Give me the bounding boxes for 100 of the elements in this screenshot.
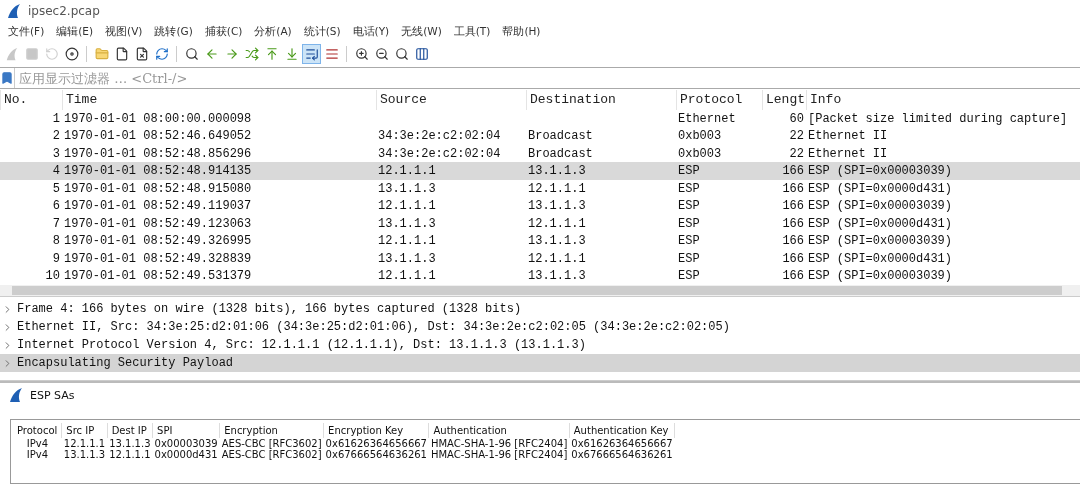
table-cell-text: 13.1.1.3 <box>527 199 587 214</box>
column-header[interactable]: Destination <box>526 90 676 110</box>
app-logo-icon <box>6 3 22 19</box>
column-header[interactable]: Src IP <box>61 423 108 438</box>
table-cell-text: 0xb003 <box>677 146 723 161</box>
menu-item[interactable]: 帮助(H) <box>496 25 547 39</box>
packet-row[interactable]: 2 1970-01-01 08:52:46.649052 34:3e:2e:c2:02:04 Broadcast 0xb003 22 Ethernet II <box>0 127 1080 145</box>
table-cell-text: 12.1.1.1 <box>377 234 437 249</box>
column-header[interactable]: SPI <box>152 423 220 438</box>
table-cell-text: AES-CBC [RFC3602] <box>220 449 323 460</box>
table-cell-text: ESP <box>677 199 701 214</box>
detail-row[interactable]: Frame 4: 166 bytes on wire (1328 bits), 166 bytes captured (1328 bits) <box>0 300 1080 318</box>
table-cell-text: 1970-01-01 08:52:46.649052 <box>63 129 253 144</box>
table-cell-text: 1970-01-01 08:52:49.531379 <box>63 269 253 284</box>
column-header[interactable]: Authentication <box>428 423 570 438</box>
table-cell-text: 13.1.1.3 <box>377 216 437 231</box>
table-cell-text: 166 <box>781 269 805 284</box>
table-cell-text: ESP (SPI=0x00003039) <box>807 269 954 284</box>
zoom-in-icon <box>354 47 369 61</box>
table-cell-text: 0x61626364656667 <box>570 438 674 449</box>
window-title: ipsec2.pcap <box>28 4 100 18</box>
table-cell-text: 6 <box>51 199 61 214</box>
column-header[interactable]: Time <box>62 90 376 110</box>
detail-row[interactable]: Internet Protocol Version 4, Src: 12.1.1.1 (12.1.1.1), Dst: 13.1.1.3 (13.1.1.3) <box>0 336 1080 354</box>
column-header[interactable]: Source <box>376 90 526 110</box>
menu-item[interactable]: 统计(S) <box>297 25 347 39</box>
table-cell-text: 166 <box>781 234 805 249</box>
table-cell-text: 0x67666564636261 <box>324 449 428 460</box>
packet-row[interactable]: 5 1970-01-01 08:52:48.915080 13.1.1.3 12.1.1.1 ESP 166 ESP (SPI=0x0000d431) <box>0 179 1080 198</box>
packet-row[interactable]: 4 1970-01-01 08:52:48.914135 12.1.1.1 13.1.1.3 ESP 166 ESP (SPI=0x00003039) <box>0 162 1080 180</box>
fin-icon <box>4 47 19 61</box>
menu-item[interactable]: 文件(F) <box>2 25 51 39</box>
detail-text: Internet Protocol Version 4, Src: 12.1.1.1 (12.1.1.1), Dst: 13.1.1.3 (13.1.1.3) <box>17 338 586 352</box>
column-header[interactable]: Dest IP <box>107 423 153 438</box>
table-cell-text: Ethernet II <box>807 129 889 144</box>
menu-item[interactable]: 视图(V) <box>99 25 149 39</box>
column-header[interactable]: Authentication Key <box>569 423 675 438</box>
down-arrow-icon <box>284 47 299 61</box>
packet-row[interactable]: 10 1970-01-01 08:52:49.531379 12.1.1.1 13.1.1.3 ESP 166 ESP (SPI=0x00003039) <box>0 267 1080 286</box>
menu-item[interactable]: 无线(W) <box>395 25 448 39</box>
table-cell-text: 60 <box>788 111 805 126</box>
right-arrow-icon <box>224 47 239 61</box>
table-cell-text: 9 <box>51 251 61 266</box>
table-cell-text: 1970-01-01 08:52:48.856296 <box>63 146 253 161</box>
packet-row[interactable]: 7 1970-01-01 08:52:49.123063 13.1.1.3 12.1.1.1 ESP 166 ESP (SPI=0x0000d431) <box>0 215 1080 233</box>
column-header[interactable]: Encryption Key <box>323 423 429 438</box>
table-cell-text: 22 <box>788 146 805 161</box>
stop-icon <box>24 47 39 61</box>
packet-row[interactable]: 3 1970-01-01 08:52:48.856296 34:3e:2e:c2:02:04 Broadcast 0xb003 22 Ethernet II <box>0 144 1080 163</box>
column-header[interactable]: No. <box>0 90 62 110</box>
detail-row[interactable]: Ethernet II, Src: 34:3e:25:d2:01:06 (34:3e:25:d2:01:06), Dst: 34:3e:2e:c2:02:05 (34:3e:2e:c2:02:05) <box>0 318 1080 336</box>
menu-item[interactable]: 编辑(E) <box>50 25 100 39</box>
restart-icon <box>44 47 59 61</box>
column-header[interactable]: Encryption <box>219 423 324 438</box>
table-cell-text: ESP <box>677 269 701 284</box>
column-header[interactable]: Protocol <box>676 90 762 110</box>
menu-item[interactable]: 跳转(G) <box>148 25 199 39</box>
packet-row[interactable]: 1 1970-01-01 08:00:00.000098 Ethernet 60 [Packet size limited during capture] <box>0 109 1080 128</box>
packet-row[interactable]: 9 1970-01-01 08:52:49.328839 13.1.1.3 12.1.1.1 ESP 166 ESP (SPI=0x0000d431) <box>0 250 1080 268</box>
packet-row[interactable]: 8 1970-01-01 08:52:49.326995 12.1.1.1 13.1.1.3 ESP 166 ESP (SPI=0x00003039) <box>0 232 1080 251</box>
detail-row[interactable]: Encapsulating Security Payload <box>0 354 1080 372</box>
scrollbar-thumb[interactable] <box>12 286 1062 296</box>
table-cell-text: 166 <box>781 181 805 196</box>
table-cell-text: 34:3e:2e:c2:02:04 <box>377 146 502 161</box>
table-cell-text: ESP (SPI=0x0000d431) <box>807 181 954 196</box>
table-cell-text: HMAC-SHA-1-96 [RFC2404] <box>429 449 569 460</box>
column-header[interactable]: Info <box>806 90 1080 110</box>
menu-item[interactable]: 工具(T) <box>447 25 497 39</box>
table-cell-text: ESP (SPI=0x0000d431) <box>807 216 954 231</box>
table-cell-text: IPv4 <box>25 449 50 460</box>
table-cell-text: ESP (SPI=0x00003039) <box>807 199 954 214</box>
table-cell-text: 166 <box>781 164 805 179</box>
table-cell-text: 12.1.1.1 <box>527 216 587 231</box>
table-cell-text: 12.1.1.1 <box>108 449 152 460</box>
table-cell-text: 2 <box>51 129 61 144</box>
table-cell-text: 166 <box>781 251 805 266</box>
table-cell-text: 166 <box>781 199 805 214</box>
packet-row[interactable]: 6 1970-01-01 08:52:49.119037 12.1.1.1 13.1.1.3 ESP 166 ESP (SPI=0x00003039) <box>0 197 1080 215</box>
table-cell-text: 12.1.1.1 <box>527 251 587 266</box>
table-cell-text: 5 <box>51 181 61 196</box>
table-cell-text: ESP <box>677 251 701 266</box>
menu-item[interactable]: 捕获(C) <box>198 25 249 39</box>
table-cell-text: HMAC-SHA-1-96 [RFC2404] <box>429 438 569 449</box>
list-icon <box>304 47 319 61</box>
column-header[interactable]: Protocol <box>13 423 62 438</box>
app-logo-icon <box>8 387 24 403</box>
table-cell-text: ESP <box>677 181 701 196</box>
table-cell-text: ESP (SPI=0x0000d431) <box>807 251 954 266</box>
columns-icon <box>414 47 429 61</box>
table-cell-text: ESP (SPI=0x00003039) <box>807 164 954 179</box>
zoom-out-icon <box>374 47 389 61</box>
table-cell-text: [Packet size limited during capture] <box>807 111 1069 126</box>
bookmark-icon[interactable] <box>0 71 14 85</box>
table-cell-text: 34:3e:2e:c2:02:04 <box>377 129 502 144</box>
menu-item[interactable]: 电话(Y) <box>346 25 396 39</box>
column-header[interactable]: Lengt <box>762 90 806 110</box>
list-button[interactable] <box>302 44 321 64</box>
menu-item[interactable]: 分析(A) <box>248 25 298 39</box>
table-cell-text: 12.1.1.1 <box>527 181 587 196</box>
search-icon <box>184 47 199 61</box>
